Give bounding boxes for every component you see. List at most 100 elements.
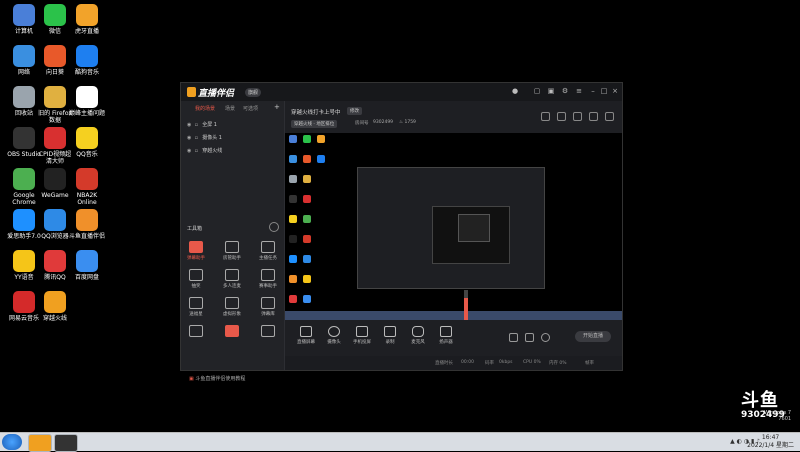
desktop-shortcut[interactable]: 百度网盘 <box>63 250 111 281</box>
room-id-label: 房间号 <box>355 121 369 126</box>
desktop-shortcut[interactable]: 巅峰主播问题 <box>63 86 111 117</box>
record-button[interactable]: 录制 <box>375 326 405 345</box>
users-icon <box>225 269 239 281</box>
nested-preview-window <box>357 167 545 289</box>
layout-icon[interactable] <box>573 112 582 121</box>
watermark-logo: 斗鱼 <box>741 390 779 411</box>
tutorial-link[interactable]: ▣ 斗鱼直播伴侣使用教程 <box>189 375 245 382</box>
trophy-icon <box>261 269 275 281</box>
tool-danmaku-library[interactable]: 弹幕库 <box>253 297 283 317</box>
preview-desktop-icon <box>303 275 311 283</box>
preview-taskbar <box>285 311 622 320</box>
lock-icon[interactable]: ▫ <box>195 135 201 141</box>
preview-desktop-icon <box>303 255 311 263</box>
close-icon[interactable]: × <box>611 87 619 95</box>
settings-icon[interactable]: ⚙ <box>561 87 569 95</box>
status-bar: 直播时长 00:00 码率 0kbps CPU 0% 内存 0% 帧率 <box>285 356 622 370</box>
date: 2022/1/4 星期二 <box>747 442 794 449</box>
mic-volume-slider[interactable] <box>464 290 468 320</box>
desktop-shortcut[interactable]: 穿越火线 <box>31 291 79 322</box>
fish-logo-icon <box>187 87 196 97</box>
camera-icon <box>328 326 340 337</box>
screen-capture-button[interactable]: 直播屏幕 <box>291 326 321 345</box>
source-item[interactable]: ◉ ▫ 摄像头 1 <box>187 134 222 144</box>
tool-lucky-star[interactable]: 送福星 <box>181 297 211 317</box>
lock-icon[interactable]: ▫ <box>195 148 201 154</box>
tool-host-tasks[interactable]: 主播任务 <box>253 241 283 261</box>
source-item[interactable]: ◉ ▫ 全屏 1 <box>187 121 217 131</box>
desktop-shortcut[interactable]: 虎牙直播 <box>63 4 111 35</box>
speaker-icon <box>440 326 452 337</box>
maximize-icon[interactable]: □ <box>600 87 608 95</box>
version-badge[interactable]: 旗舰 <box>245 88 262 97</box>
desktop-shortcut[interactable]: 酷狗音乐 <box>63 45 111 76</box>
room-header: 穿越火线打卡上号中 修改 穿越火线 · 地区排位 房间号 9302499 ♨ 1… <box>285 101 622 133</box>
tool-multi-mic[interactable]: 多人连麦 <box>217 269 247 289</box>
tool-event-helper[interactable]: 赛事助手 <box>253 269 283 289</box>
preview-desktop-icon <box>289 275 297 283</box>
desktop-shortcut[interactable]: NBA2K Online <box>63 168 111 206</box>
tab-options[interactable]: 可选项 <box>243 105 258 112</box>
settings-icon[interactable] <box>541 333 550 342</box>
tool-extra-2[interactable] <box>217 325 247 337</box>
share-icon[interactable] <box>605 112 614 121</box>
tab-scene[interactable]: 场景 <box>225 105 235 112</box>
crossfire-icon <box>44 291 66 313</box>
eye-icon[interactable]: ◉ <box>187 148 193 154</box>
desktop-shortcut[interactable]: 斗鱼直播伴侣 <box>63 209 111 240</box>
clock[interactable]: 16:47 2022/1/4 星期二 <box>747 434 794 450</box>
lock-icon[interactable] <box>557 112 566 121</box>
shortcut-label: 斗鱼直播伴侣 <box>68 233 105 240</box>
avatar[interactable]: ● <box>511 87 519 95</box>
start-button[interactable] <box>2 434 22 450</box>
title-bar: 直播伴侣 旗舰 ● ▢ ▣ ⚙ ≡ – □ × <box>181 83 622 101</box>
desktop-shortcut[interactable]: QQ音乐 <box>63 127 111 158</box>
video-icon[interactable] <box>509 333 518 342</box>
speaker-button[interactable]: 扬声器 <box>431 326 461 345</box>
gift-icon <box>189 269 203 281</box>
share-screen-icon[interactable] <box>541 112 550 121</box>
record-icon <box>384 326 396 337</box>
pk-icon <box>225 325 239 337</box>
taskbar-live-companion-icon[interactable] <box>54 434 78 452</box>
douyu-icon <box>76 209 98 231</box>
more-icon[interactable] <box>269 222 279 232</box>
preview-desktop-icon <box>317 155 325 163</box>
lock-icon[interactable]: ▫ <box>195 122 201 128</box>
tool-extra-1[interactable] <box>181 325 211 337</box>
source-item[interactable]: ◉ ▫ 穿越火线 <box>187 147 222 157</box>
taskbar-douyu-icon[interactable] <box>28 434 52 452</box>
user-icon <box>225 241 239 253</box>
menu-icon[interactable]: ≡ <box>575 87 583 95</box>
bell-icon[interactable] <box>589 112 598 121</box>
shortcut-label: 虎牙直播 <box>74 28 99 35</box>
minimize-icon[interactable]: – <box>589 87 597 95</box>
edit-title-button[interactable]: 修改 <box>347 107 362 115</box>
tab-my-scene[interactable]: 我的场景 <box>195 105 215 112</box>
tool-danmaku-helper[interactable]: 弹幕助手 <box>181 241 211 261</box>
preview-desktop-icon <box>303 215 311 223</box>
monitor-icon <box>300 326 312 337</box>
bitrate-value: 0kbps <box>499 360 513 365</box>
source-label: 全屏 1 <box>202 122 217 128</box>
stream-preview[interactable] <box>285 133 622 320</box>
category-tag[interactable]: 穿越火线 · 地区排位 <box>291 120 338 128</box>
message-icon[interactable]: ▢ <box>533 87 541 95</box>
eye-icon[interactable]: ◉ <box>187 135 193 141</box>
start-live-button[interactable]: 开始直播 <box>575 331 611 342</box>
preview-desktop-icon <box>289 295 297 303</box>
camera-button[interactable]: 摄像头 <box>319 326 349 345</box>
phone-cast-button[interactable]: 手机投屏 <box>347 326 377 345</box>
tool-virtual-avatar[interactable]: 虚拟形象 <box>217 297 247 317</box>
eye-icon[interactable]: ◉ <box>187 122 193 128</box>
skin-icon[interactable]: ▣ <box>547 87 555 95</box>
add-source-icon[interactable]: + <box>274 103 280 111</box>
tool-lottery[interactable]: 抽奖 <box>181 269 211 289</box>
microphone-icon <box>412 326 424 337</box>
app-name: 直播伴侣 <box>198 89 235 99</box>
tool-extra-3[interactable] <box>253 325 283 337</box>
eye-icon[interactable] <box>525 333 534 342</box>
tool-room-admin[interactable]: 房管助手 <box>217 241 247 261</box>
microphone-button[interactable]: 麦克风 <box>403 326 433 345</box>
nested-preview-screen-2 <box>458 214 490 242</box>
